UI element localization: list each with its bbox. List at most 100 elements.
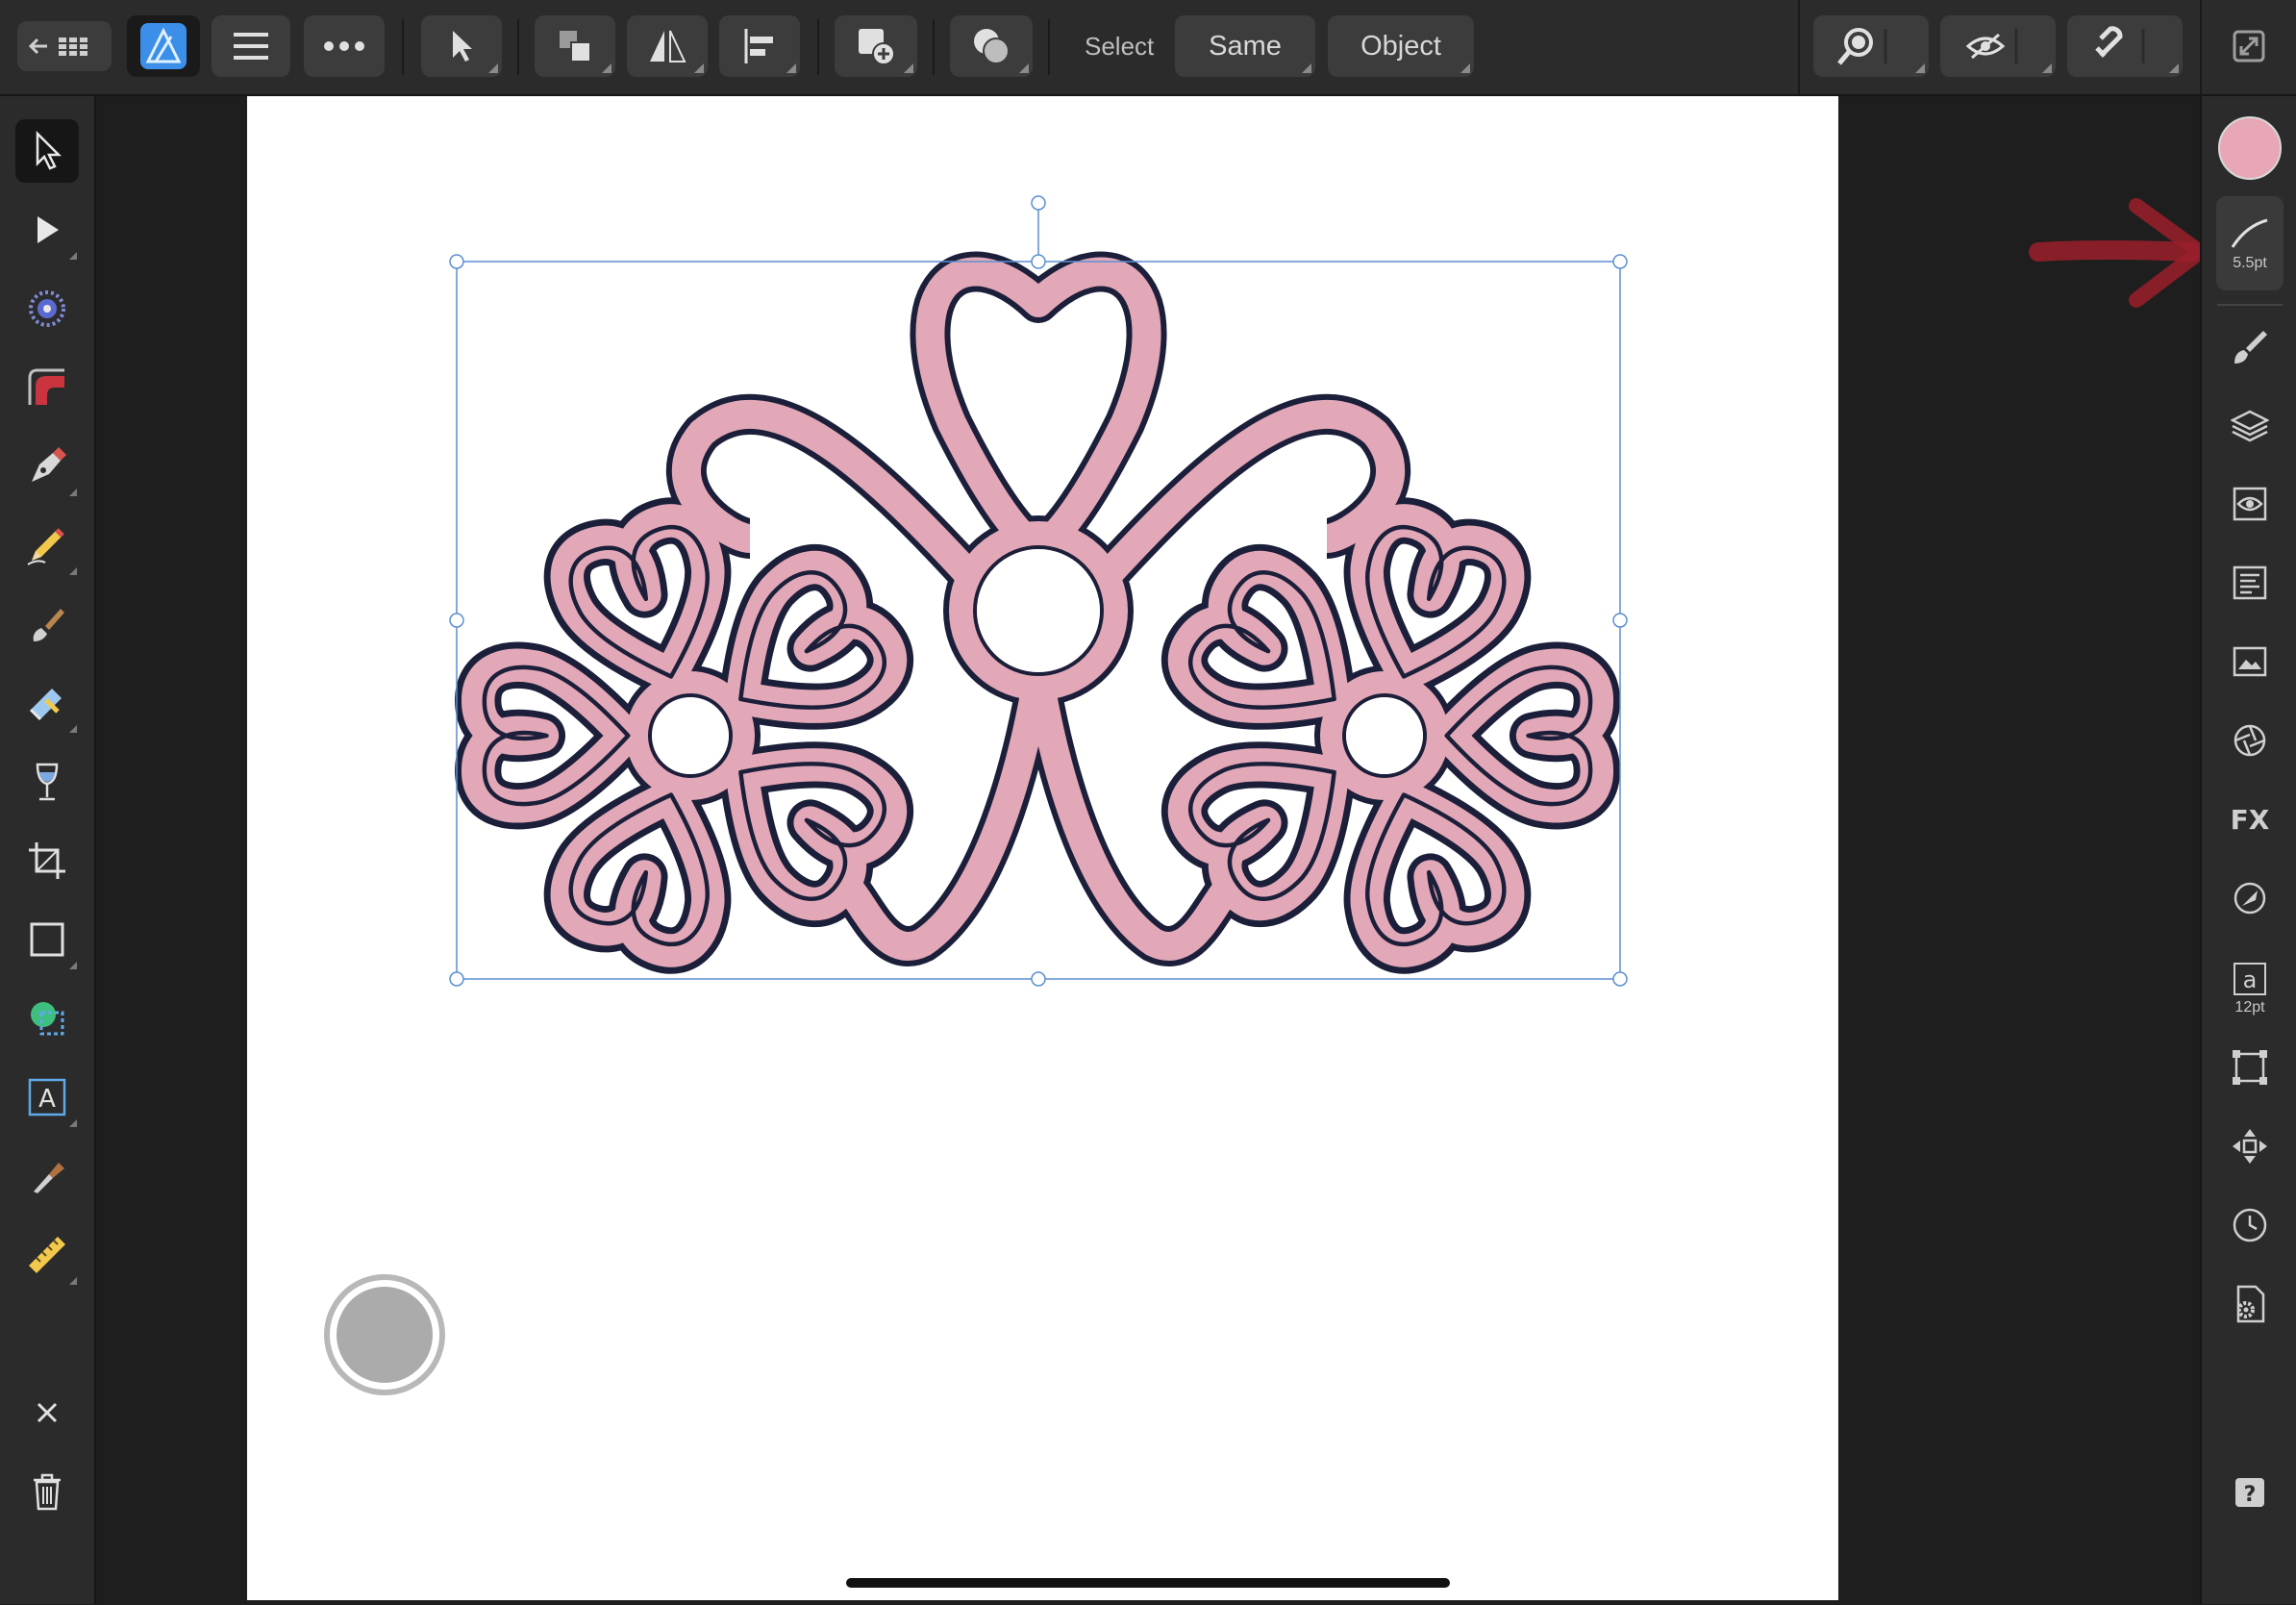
rectangle-tool-icon — [30, 922, 64, 957]
stock-icon — [2234, 724, 2266, 757]
adjustments-icon — [2234, 882, 2266, 915]
transparency-tool-icon — [36, 763, 59, 801]
affinity-designer-logo — [140, 23, 187, 69]
fullscreen-button[interactable] — [2217, 15, 2281, 77]
navigator-panel-button[interactable] — [2217, 1114, 2283, 1179]
appearance-panel-button[interactable] — [2217, 471, 2283, 537]
vector-brush-tool[interactable] — [15, 592, 79, 656]
persona-button[interactable] — [127, 15, 200, 77]
close-icon — [37, 1402, 58, 1423]
stock-panel-button[interactable] — [2217, 708, 2283, 773]
svg-text:FX: FX — [2231, 804, 2269, 836]
more-button[interactable] — [304, 15, 385, 77]
flower-artwork[interactable] — [247, 96, 1838, 1600]
crop-tool[interactable] — [15, 829, 79, 892]
snapping-button[interactable] — [2067, 15, 2183, 77]
shape-builder-tool[interactable] — [15, 987, 79, 1050]
text-panel-button[interactable]: a 12pt — [2217, 946, 2283, 1031]
align-button[interactable] — [719, 15, 800, 77]
zoom-button[interactable] — [1813, 15, 1929, 77]
boolean-button[interactable] — [950, 15, 1033, 77]
divider — [2217, 304, 2283, 306]
document-settings-icon — [2236, 1285, 2265, 1323]
move-tool[interactable] — [15, 119, 79, 183]
transparency-tool[interactable] — [15, 750, 79, 814]
select-label: Select — [1085, 32, 1155, 61]
move-button[interactable] — [421, 15, 502, 77]
fill-tool[interactable] — [15, 671, 79, 735]
home-indicator — [846, 1578, 1450, 1588]
brushes-icon — [2234, 331, 2267, 364]
top-toolbar: Select Same Object — [0, 0, 2296, 96]
pencil-tool[interactable] — [15, 514, 79, 577]
document-canvas[interactable] — [247, 96, 1838, 1600]
text-styles-icon — [2233, 565, 2267, 600]
back-grid-button[interactable] — [17, 21, 112, 71]
history-panel-button[interactable] — [2217, 1192, 2283, 1258]
fx-icon: FX — [2231, 804, 2269, 836]
move-tool-icon — [36, 131, 62, 170]
delete-button[interactable] — [15, 1460, 79, 1523]
crop-tool-icon — [29, 842, 65, 879]
adjustments-panel-button[interactable] — [2217, 865, 2283, 931]
select-same-label: Same — [1209, 31, 1282, 62]
boolean-icon — [974, 29, 1010, 64]
point-transform-tool[interactable] — [15, 277, 79, 340]
view-mode-button[interactable] — [1940, 15, 2056, 77]
stroke-button[interactable]: 5.5pt — [2216, 196, 2284, 290]
layers-panel-button[interactable] — [2217, 392, 2283, 458]
text-tool[interactable]: A — [15, 1066, 79, 1129]
appearance-icon — [2233, 487, 2267, 521]
separator — [1048, 19, 1050, 75]
select-object-button[interactable]: Object — [1328, 15, 1474, 77]
pen-tool-icon — [32, 447, 66, 482]
select-same-button[interactable]: Same — [1175, 15, 1315, 77]
color-picker-icon — [34, 1163, 64, 1193]
pen-tool[interactable] — [15, 435, 79, 498]
measure-tool-icon — [29, 1237, 65, 1273]
delete-icon — [34, 1473, 61, 1511]
shape-builder-icon — [31, 1002, 64, 1036]
close-button[interactable] — [15, 1381, 79, 1444]
flip-button[interactable] — [627, 15, 708, 77]
assets-panel-button[interactable] — [2217, 629, 2283, 694]
help-icon: ? — [2235, 1478, 2264, 1507]
menu-button[interactable] — [212, 15, 290, 77]
fill-color-swatch[interactable] — [2217, 115, 2283, 181]
separator — [402, 19, 404, 75]
fullscreen-icon — [2233, 30, 2265, 63]
history-icon — [2233, 1208, 2267, 1242]
add-shape-button[interactable] — [835, 15, 917, 77]
stroke-width-label: 5.5pt — [2233, 255, 2267, 271]
vector-brush-icon — [33, 609, 64, 641]
color-picker-tool[interactable] — [15, 1144, 79, 1208]
align-icon — [744, 29, 773, 63]
annotation-arrow — [2029, 198, 2208, 308]
text-tool-icon: A — [28, 1078, 66, 1116]
view-mode-icon — [1965, 29, 2018, 63]
document-settings-button[interactable] — [2217, 1271, 2283, 1337]
transform-icon — [2233, 1050, 2267, 1085]
svg-text:a: a — [2243, 966, 2258, 993]
layers-icon — [2231, 410, 2269, 442]
snapping-icon — [2095, 26, 2145, 63]
separator — [1798, 0, 1800, 94]
node-tool[interactable] — [15, 198, 79, 262]
measure-tool[interactable] — [15, 1223, 79, 1287]
point-transform-icon — [29, 290, 65, 327]
separator — [817, 19, 819, 75]
fx-panel-button[interactable]: FX — [2217, 787, 2283, 852]
brushes-panel-button[interactable] — [2217, 313, 2283, 379]
transform-panel-button[interactable] — [2217, 1035, 2283, 1100]
text-styles-panel-button[interactable] — [2217, 550, 2283, 615]
rectangle-tool[interactable] — [15, 908, 79, 971]
separator — [517, 19, 519, 75]
arrange-button[interactable] — [535, 15, 615, 77]
pencil-tool-icon — [27, 528, 64, 565]
zoom-icon — [1837, 28, 1887, 65]
stroke-icon — [2231, 218, 2268, 248]
help-button[interactable]: ? — [2217, 1460, 2283, 1525]
corner-tool[interactable] — [15, 356, 79, 419]
svg-text:A: A — [38, 1085, 56, 1114]
studio-panel: 5.5pt FX a 12pt ? — [2200, 96, 2296, 1604]
